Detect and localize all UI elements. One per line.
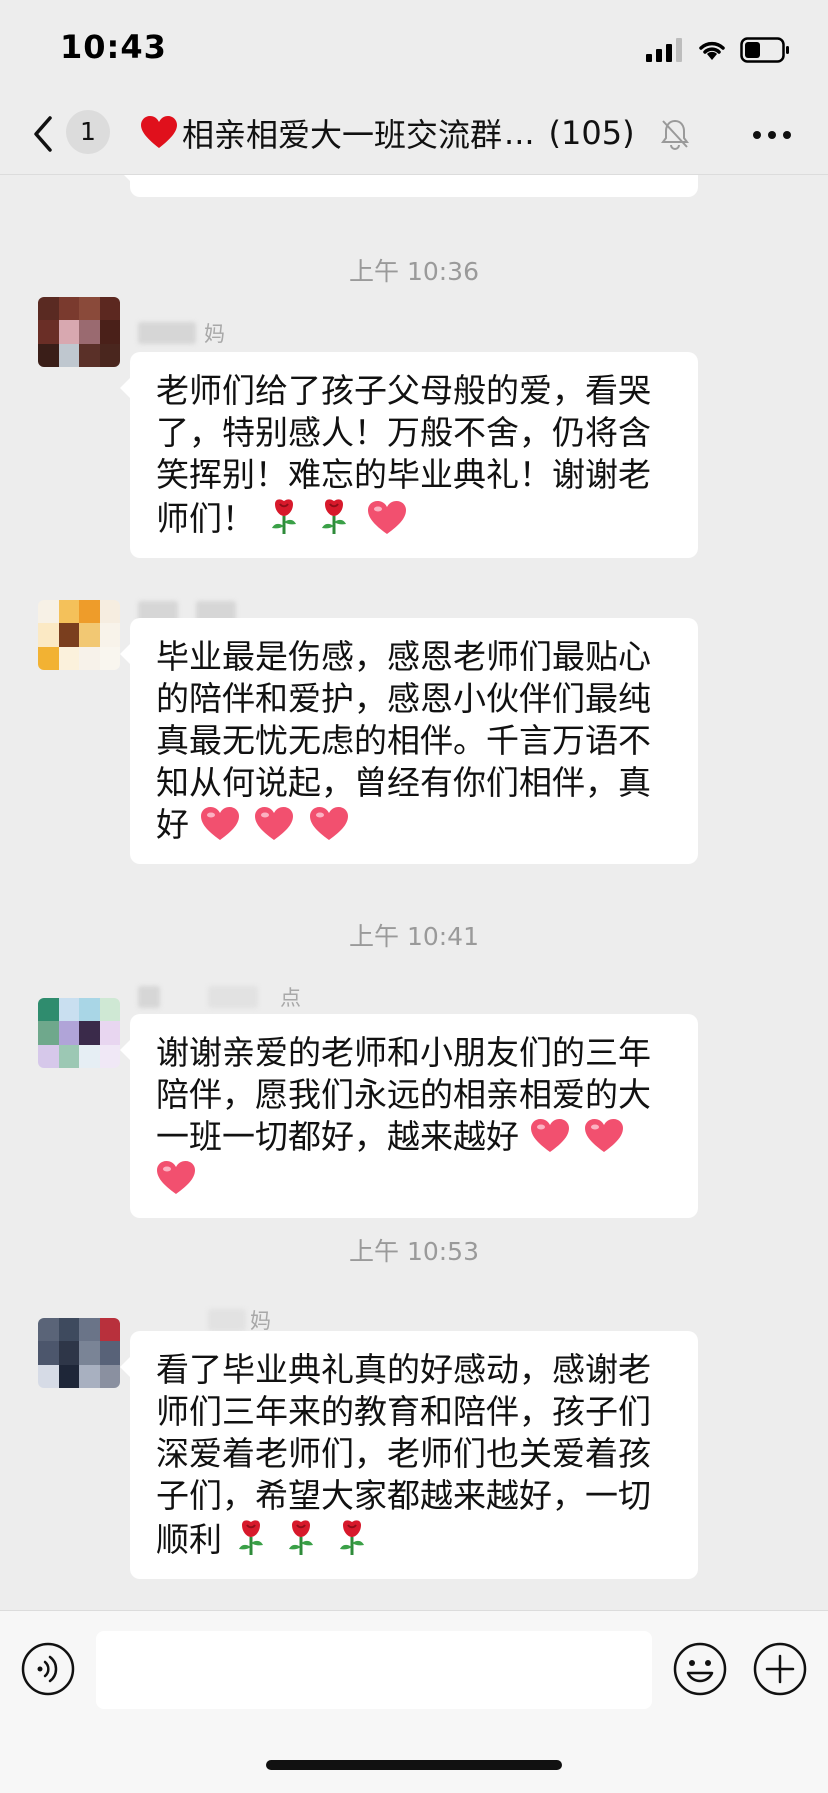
red-heart-icon bbox=[141, 116, 177, 148]
add-attachment-icon[interactable] bbox=[752, 1641, 808, 1697]
heart-icon bbox=[157, 1161, 195, 1194]
battery-icon bbox=[740, 37, 789, 63]
heart-icon bbox=[309, 807, 348, 840]
message-text-input[interactable] bbox=[96, 1631, 652, 1709]
sender-nickname: 点 bbox=[138, 982, 318, 1012]
message-bubble[interactable]: 毕业最是伤感，感恩老师们最贴心的陪伴和爱护，感恩小伙伴们最纯真最无忧无虑的相伴。… bbox=[120, 618, 698, 864]
rose-icon bbox=[322, 499, 346, 534]
message-timestamp: 上午 10:36 bbox=[349, 257, 479, 286]
cellular-signal-icon bbox=[646, 38, 682, 62]
rose-icon bbox=[238, 1520, 263, 1555]
status-bar: 10:43 bbox=[0, 0, 828, 96]
rose-icon bbox=[339, 1520, 364, 1555]
message-timestamp: 上午 10:53 bbox=[349, 1237, 479, 1266]
chat-header: 1 相亲相爱大一班交流群 ... (105) bbox=[0, 96, 828, 175]
voice-input-icon[interactable] bbox=[20, 1641, 76, 1697]
rose-icon bbox=[271, 499, 296, 534]
message-bubble[interactable]: 看了毕业典礼真的好感动，感谢老师们三年来的教育和陪伴，孩子们深爱着老师们，老师们… bbox=[120, 1331, 698, 1579]
wifi-icon bbox=[699, 41, 725, 60]
home-indicator bbox=[266, 1760, 562, 1770]
heart-icon bbox=[585, 1119, 623, 1152]
message-bubble[interactable]: 老师们给了孩子父母般的爱，看哭了，特别感人！万般不舍，仍将含笑挥别！难忘的毕业典… bbox=[120, 352, 698, 558]
unread-count-badge[interactable]: 1 bbox=[66, 110, 110, 154]
avatar[interactable] bbox=[38, 1318, 120, 1388]
message-text: 看了毕业典礼真的好感动，感谢老师们三年来的教育和陪伴，孩子们深爱着老师们，老师们… bbox=[156, 1350, 651, 1559]
message-timestamp: 上午 10:41 bbox=[349, 922, 479, 951]
sender-nickname: 妈 bbox=[138, 318, 318, 348]
emoji-row bbox=[233, 1520, 374, 1559]
avatar[interactable] bbox=[38, 998, 120, 1068]
title-ellipsis: ... bbox=[504, 114, 535, 152]
emoji-row bbox=[266, 499, 411, 538]
mute-bell-icon bbox=[661, 119, 689, 150]
status-time: 10:43 bbox=[60, 28, 167, 66]
nickname-suffix: 点 bbox=[280, 986, 301, 1010]
emoji-row bbox=[200, 805, 353, 844]
chat-title-text: 相亲相爱大一班交流群 bbox=[182, 116, 503, 154]
heart-icon bbox=[200, 807, 239, 840]
chat-message-list[interactable]: 上午 10:36 妈 老师们给了孩子父母般的爱，看哭了，特别感人！万般不舍，仍将… bbox=[0, 175, 828, 1610]
message-bubble[interactable]: 谢谢亲爱的老师和小朋友们的三年陪伴，愿我们永远的相亲相爱的大一班一切都好，越来越… bbox=[120, 1014, 698, 1218]
avatar[interactable] bbox=[38, 600, 120, 670]
more-options-icon[interactable] bbox=[752, 130, 792, 140]
nickname-suffix: 妈 bbox=[204, 322, 225, 346]
chat-title[interactable]: 相亲相爱大一班交流群 ... (105) bbox=[140, 108, 660, 158]
previous-message-bubble bbox=[120, 175, 698, 197]
status-icons bbox=[646, 36, 790, 64]
heart-icon bbox=[530, 1119, 569, 1152]
rose-icon bbox=[289, 1520, 313, 1555]
emoji-picker-icon[interactable] bbox=[672, 1641, 728, 1697]
avatar[interactable] bbox=[38, 297, 120, 367]
heart-icon bbox=[367, 501, 406, 534]
member-count: (105) bbox=[548, 114, 635, 152]
back-chevron-icon[interactable] bbox=[28, 112, 58, 156]
heart-icon bbox=[255, 807, 293, 840]
